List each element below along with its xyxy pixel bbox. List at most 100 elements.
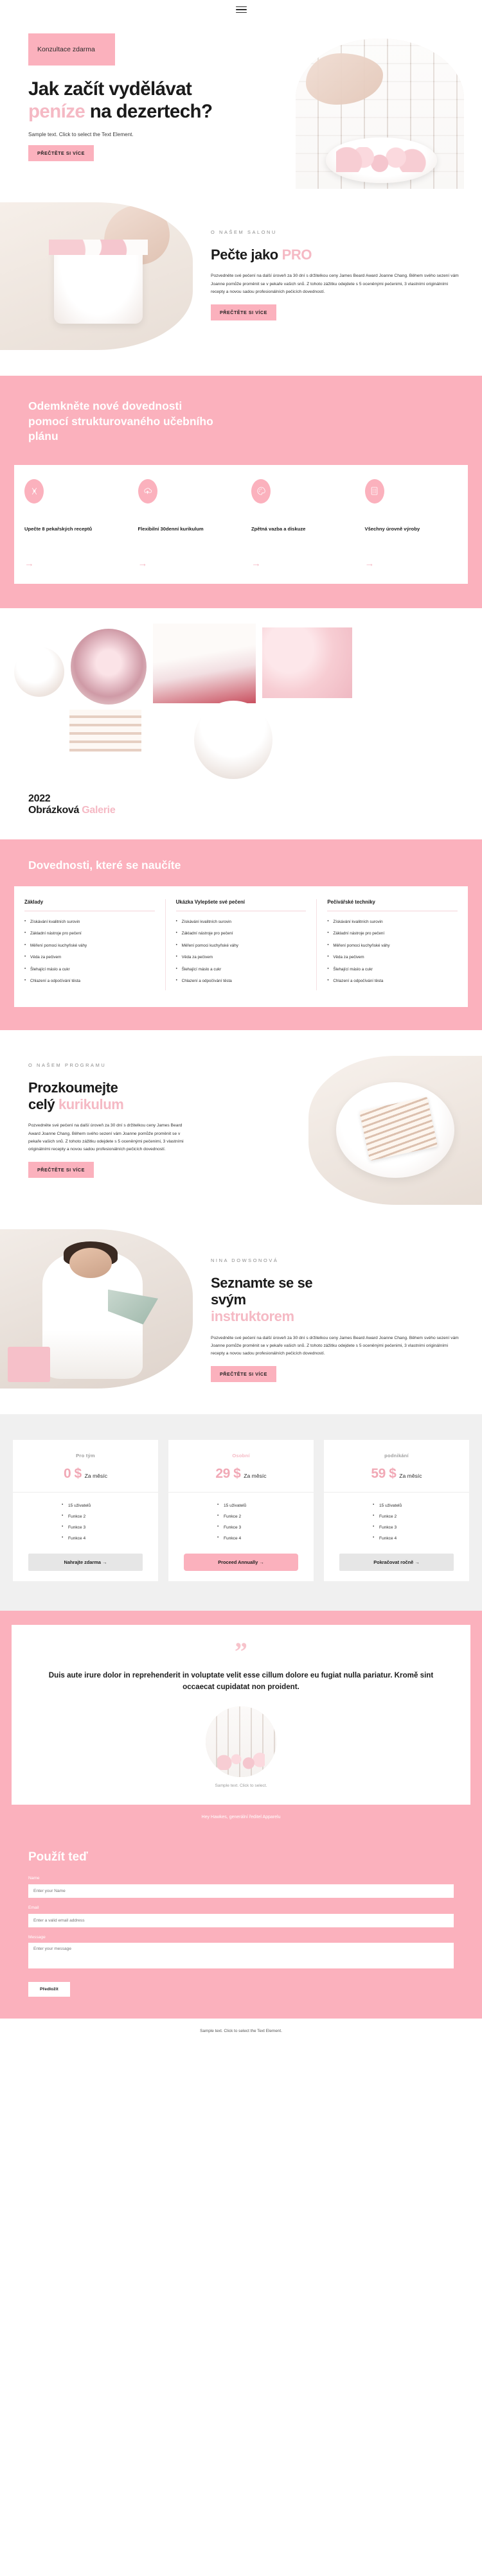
- contact-form: Name Email Message Předložit: [28, 1876, 454, 1997]
- plan-feature: Funkce 4: [62, 1535, 109, 1542]
- photo-meringue-plate[interactable]: [14, 646, 64, 697]
- plan-price: 59 $: [371, 1466, 397, 1481]
- program-heading: Prozkoumejte celý kurikulum: [28, 1080, 186, 1114]
- instructor-face: [69, 1248, 112, 1279]
- testimonial-text: Duis aute irure dolor in reprehenderit i…: [48, 1671, 434, 1691]
- feature-card-arrow-icon[interactable]: →: [365, 559, 458, 568]
- feature-card-title: Zpětná vazba a diskuze: [251, 525, 306, 532]
- photo-rose-cake[interactable]: [71, 628, 147, 705]
- program-image: [308, 1055, 482, 1205]
- menu-line: [235, 6, 247, 8]
- instructor-title-line1: Seznamte se se: [211, 1274, 313, 1291]
- about-title-accent: PRO: [281, 247, 312, 263]
- skills-list-item: Získávání kvalitních surovin: [24, 918, 155, 925]
- hero-title-line2-rest: na: [85, 100, 112, 122]
- about-body: Pozvedněte své pečení na další úroveň za…: [211, 274, 459, 295]
- skills-list-item: Chlazení a odpočívání těsta: [327, 977, 458, 984]
- plan-cta-button[interactable]: Nahrajte zdarma →: [28, 1554, 143, 1572]
- skills-list-item: Věda za pečivem: [327, 954, 458, 960]
- program-copy: O NAŠEM PROGRAMU Prozkoumejte celý kurik…: [0, 1056, 193, 1205]
- skills-list-item: Měření pomoci kuchyňské váhy: [176, 942, 307, 949]
- plan-name: podnikání: [384, 1452, 409, 1459]
- skills-column: Ukázka Vylepšete své pečení Získávání kv…: [166, 898, 317, 990]
- feature-cards: Upečte 8 pekařských receptů → Flexibilní…: [14, 464, 469, 584]
- hero-read-more-button[interactable]: PŘEČTĚTE SI VÍCE: [28, 145, 94, 161]
- testimonial-section: ” Duis aute irure dolor in reprehenderit…: [0, 1611, 482, 1832]
- skills-list-item: Získávání kvalitních surovin: [176, 918, 307, 925]
- program-section: O NAŠEM PROGRAMU Prozkoumejte celý kurik…: [0, 1030, 482, 1227]
- skills-list-item: Chlazení a odpočívání těsta: [24, 977, 155, 984]
- menu-line: [235, 12, 247, 13]
- skills-column-header: Pečivářské techniky: [327, 898, 375, 905]
- feature-card-title: Všechny úrovně výroby: [364, 525, 420, 532]
- menu-line: [235, 9, 247, 10]
- plan-price-row: 29 $ Za měsíc: [176, 1466, 306, 1482]
- plan-period: Za měsíc: [84, 1472, 108, 1479]
- instructor-title-line2: svým: [211, 1291, 246, 1308]
- footer: Sample text. Click to select the Text El…: [0, 2019, 482, 2043]
- email-input[interactable]: [28, 1914, 454, 1928]
- photo-layer-cake[interactable]: [69, 709, 141, 752]
- testimonial-author: Sample text. Click to select.: [215, 1783, 267, 1789]
- skills-table-title: Dovednosti, které se naučíte: [28, 858, 181, 872]
- skills-table-band: Dovednosti, které se naučíte Základy Zís…: [0, 839, 482, 1030]
- feature-card-title: Upečte 8 pekařských receptů: [24, 525, 93, 532]
- plan-features: 15 uživatelů Funkce 2 Funkce 3 Funkce 4: [217, 1502, 265, 1543]
- free-consultation-badge[interactable]: Konzultace zdarma: [28, 33, 115, 66]
- about-copy: O NAŠEM SALONU Pečte jako PRO Pozvedněte…: [193, 202, 482, 350]
- about-read-more-button[interactable]: PŘEČTĚTE SI VÍCE: [211, 304, 276, 320]
- program-read-more-button[interactable]: PŘEČTĚTE SI VÍCE: [28, 1161, 94, 1178]
- plan-feature: Funkce 3: [373, 1524, 420, 1531]
- gallery-section: 2022 Obrázková Galerie: [0, 608, 482, 823]
- plan-cta-button[interactable]: Proceed Annually →: [184, 1554, 298, 1572]
- footer-text: Sample text. Click to select the Text El…: [200, 2029, 282, 2034]
- skills-list-item: Měření pomoci kuchyňské váhy: [24, 942, 155, 949]
- feature-card-arrow-icon[interactable]: →: [24, 559, 118, 568]
- hero-title-line3: dezertech?: [116, 100, 213, 122]
- about-eyebrow: O NAŠEM SALONU: [211, 229, 277, 235]
- pink-meringues: [335, 146, 427, 173]
- feature-card[interactable]: Flexibilní 30denní kurikulum →: [128, 478, 242, 568]
- photo-white-cake[interactable]: [194, 700, 272, 779]
- skills-list-item: Základní nástroje pro pečení: [176, 930, 307, 936]
- feature-card[interactable]: Upečte 8 pekařských receptů →: [14, 478, 128, 568]
- skills-list-item: Základní nástroje pro pečení: [327, 930, 458, 936]
- feature-card[interactable]: Všechny úrovně výroby →: [355, 478, 469, 568]
- plan-price-row: 0 $ Za měsíc: [21, 1466, 150, 1482]
- plan-feature: Funkce 2: [62, 1513, 109, 1520]
- about-title-main: Pečte jako: [211, 247, 282, 263]
- hero-title-accent: peníze: [28, 100, 85, 122]
- skills-list: Získávání kvalitních surovin Základní ná…: [176, 918, 307, 985]
- photo-berry-cake[interactable]: [153, 623, 256, 703]
- skills-column-header: Základy: [24, 898, 44, 905]
- skills-list-item: Měření pomoci kuchyňské váhy: [327, 942, 458, 949]
- contact-form-section: Použít teď Name Email Message Předložit: [0, 1831, 482, 2019]
- name-field-label: Name: [28, 1876, 40, 1881]
- hamburger-menu-icon[interactable]: [235, 6, 247, 13]
- gallery-row-top: [14, 623, 468, 705]
- submit-button[interactable]: Předložit: [28, 1982, 70, 1997]
- instructor-read-more-button[interactable]: PŘEČTĚTE SI VÍCE: [211, 1365, 276, 1382]
- plan-feature: Funkce 3: [62, 1524, 109, 1531]
- hero-title-line1: Jak začít vydělávat: [28, 78, 192, 100]
- plan-cta-button[interactable]: Pokračovat ročně →: [339, 1554, 454, 1572]
- photo-pink-meringues[interactable]: [262, 627, 352, 698]
- hero-section: Konzultace zdarma Jak začít vydělávat pe…: [0, 19, 482, 191]
- contact-form-title: Použít teď: [28, 1850, 88, 1864]
- plan-price: 0 $: [63, 1466, 82, 1481]
- skills-list-item: Šlehající máslo a cukr: [176, 966, 307, 972]
- feature-card-arrow-icon[interactable]: →: [251, 559, 344, 568]
- skills-list-item: Získávání kvalitních surovin: [327, 918, 458, 925]
- skills-list-item: Chlazení a odpočívání těsta: [176, 977, 307, 984]
- name-input[interactable]: [28, 1884, 454, 1898]
- feature-card-arrow-icon[interactable]: →: [138, 559, 231, 568]
- skills-band-title: Odemkněte nové dovednosti pomocí struktu…: [28, 399, 213, 443]
- plan-features: 15 uživatelů Funkce 2 Funkce 3 Funkce 4: [62, 1502, 109, 1543]
- feature-card[interactable]: Zpětná vazba a diskuze →: [241, 478, 355, 568]
- pricing-cards: Pro tým 0 $ Za měsíc 15 uživatelů Funkce…: [13, 1439, 469, 1582]
- plan-feature: 15 uživatelů: [373, 1502, 420, 1509]
- message-textarea[interactable]: [28, 1943, 454, 1969]
- pricing-card-body: 15 uživatelů Funkce 2 Funkce 3 Funkce 4 …: [13, 1493, 158, 1572]
- palette-icon: [251, 478, 271, 504]
- quote-mark-icon: ”: [235, 1637, 247, 1667]
